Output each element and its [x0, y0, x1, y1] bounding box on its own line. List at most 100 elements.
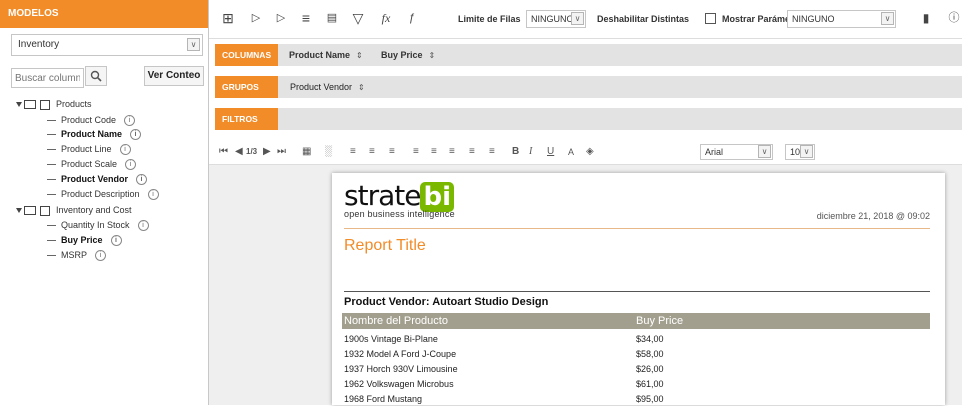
tree-dash	[47, 194, 56, 196]
italic-icon[interactable]: I	[529, 144, 532, 160]
info-icon[interactable]: ⓘ	[944, 8, 962, 28]
next-page-icon[interactable]: ▶	[263, 144, 271, 160]
chevron-down-icon[interactable]: ∨	[881, 12, 894, 25]
product-name-cell: 1900s Vintage Bi-Plane	[344, 334, 438, 344]
sort-icon[interactable]: ⇕	[358, 83, 365, 92]
valign-middle-icon[interactable]: ≡	[449, 144, 455, 160]
limit-select-value: NINGUNO	[531, 14, 574, 24]
font-size-select[interactable]: 10 ∨	[785, 144, 815, 160]
header-divider	[344, 228, 930, 229]
logo-bi: bi	[420, 182, 454, 212]
tree-item-label: Product Name	[61, 129, 123, 139]
info-icon[interactable]: i	[125, 159, 137, 171]
tree-dash	[47, 120, 56, 122]
tree-item[interactable]: MSRP i	[47, 248, 107, 262]
chart-icon[interactable]: ░	[325, 144, 332, 160]
info-icon[interactable]: i	[119, 144, 131, 156]
params-select-value: NINGUNO	[792, 14, 835, 24]
limit-select[interactable]: NINGUNO ∨	[526, 10, 586, 28]
tree-folder[interactable]: Products	[16, 97, 92, 111]
filters-label: FILTROS	[215, 108, 278, 130]
grid-icon[interactable]: ⊞	[218, 8, 238, 28]
filter-icon[interactable]: ▽	[348, 8, 368, 28]
buy-price-cell: $26,00	[636, 364, 664, 374]
sort-icon[interactable]: ⇕	[356, 51, 363, 60]
folder-checkbox[interactable]	[40, 205, 50, 216]
ver-conteo-button[interactable]: Ver Conteo	[144, 66, 204, 86]
tree-item[interactable]: Product Name i	[47, 127, 142, 141]
align-center-icon[interactable]: ≡	[369, 144, 375, 160]
align-left-icon[interactable]: ≡	[350, 144, 356, 160]
outdent-icon[interactable]: ≡	[489, 144, 495, 160]
tree-dash	[47, 164, 56, 166]
tree-item[interactable]: Product Line i	[47, 142, 131, 156]
tree-item[interactable]: Quantity In Stock i	[47, 218, 149, 232]
chevron-down-icon[interactable]: ∨	[187, 38, 200, 51]
info-icon[interactable]: i	[95, 250, 107, 262]
tree-item[interactable]: Buy Price i	[47, 233, 122, 247]
model-select[interactable]: Inventory ∨	[11, 34, 203, 56]
indent-icon[interactable]: ≡	[469, 144, 475, 160]
distinct-checkbox[interactable]	[705, 13, 716, 24]
aggregate-icon[interactable]: ƒ	[402, 8, 422, 28]
run-step-icon[interactable]: ▷︎	[271, 8, 291, 28]
chevron-down-icon[interactable]: ∨	[758, 145, 771, 158]
sort-icon[interactable]: ⇕	[429, 51, 436, 60]
limit-label: Limite de Filas	[458, 14, 521, 24]
top-toolbar: ⊞ ▷ ▷︎ ≡ ▤ ▽ fx ƒ Limite de Filas NINGUN…	[209, 0, 962, 39]
table-icon[interactable]: ▦	[302, 144, 311, 160]
info-icon[interactable]: i	[124, 115, 136, 127]
expand-icon[interactable]	[16, 102, 22, 108]
prev-page-icon[interactable]: ◀	[235, 144, 243, 160]
product-name-cell: 1968 Ford Mustang	[344, 394, 423, 404]
last-page-icon[interactable]: ⏭	[277, 144, 286, 160]
pill-label: Product Name	[289, 50, 351, 60]
first-page-icon[interactable]: ⏮	[219, 144, 228, 160]
search-columns-input[interactable]	[11, 68, 84, 88]
info-icon[interactable]: i	[130, 129, 142, 141]
folder-checkbox[interactable]	[40, 99, 50, 110]
font-family-select[interactable]: Arial ∨	[700, 144, 773, 160]
search-button[interactable]	[85, 66, 107, 86]
bold-icon[interactable]: B	[512, 144, 519, 160]
expand-icon[interactable]	[16, 208, 22, 214]
align-right-icon[interactable]: ≡	[389, 144, 395, 160]
tree-item[interactable]: Product Scale i	[47, 157, 137, 171]
chevron-down-icon[interactable]: ∨	[571, 12, 584, 25]
groups-section[interactable]: GRUPOS Product Vendor ⇕	[215, 76, 962, 98]
run-icon[interactable]: ▷	[246, 8, 266, 28]
font-family-value: Arial	[705, 147, 724, 157]
info-icon[interactable]: i	[147, 189, 159, 201]
filters-section[interactable]: FILTROS	[215, 108, 962, 130]
group-pill[interactable]: Product Vendor ⇕	[285, 79, 370, 95]
params-select[interactable]: NINGUNO ∨	[787, 10, 896, 28]
tree-item[interactable]: Product Code i	[47, 113, 136, 127]
info-icon[interactable]: i	[137, 220, 149, 232]
fill-color-icon[interactable]: ◈	[586, 144, 594, 160]
book-icon[interactable]: ▮	[916, 8, 936, 28]
underline-icon[interactable]: U	[547, 144, 554, 160]
info-icon[interactable]: i	[110, 235, 122, 247]
column-pill[interactable]: Product Name ⇕	[284, 47, 368, 63]
valign-icon[interactable]: ≡	[431, 144, 437, 160]
list-icon[interactable]: ≡	[296, 8, 316, 28]
column-pill[interactable]: Buy Price ⇕	[376, 47, 440, 63]
tree-item[interactable]: Product Description i	[47, 187, 159, 201]
columns-section[interactable]: COLUMNAS Product Name ⇕ Buy Price ⇕	[215, 44, 962, 66]
tree-dash	[47, 134, 56, 136]
tree-item-label: Buy Price	[61, 235, 103, 245]
font-color-icon[interactable]: A	[568, 144, 574, 160]
group-divider	[344, 291, 930, 292]
tree-folder[interactable]: Inventory and Cost	[16, 203, 132, 217]
tree-item-label: Product Code	[61, 115, 117, 125]
product-name-cell: 1962 Volkswagen Microbus	[344, 379, 454, 389]
formula-icon[interactable]: fx	[376, 8, 396, 28]
search-icon	[90, 70, 102, 82]
columns-label: COLUMNAS	[215, 44, 278, 66]
layout-icon[interactable]: ▤	[322, 8, 342, 28]
tree-dash	[47, 149, 56, 151]
chevron-down-icon[interactable]: ∨	[800, 145, 813, 158]
info-icon[interactable]: i	[136, 174, 148, 186]
justify-icon[interactable]: ≡	[413, 144, 419, 160]
tree-item[interactable]: Product Vendor i	[47, 172, 148, 186]
